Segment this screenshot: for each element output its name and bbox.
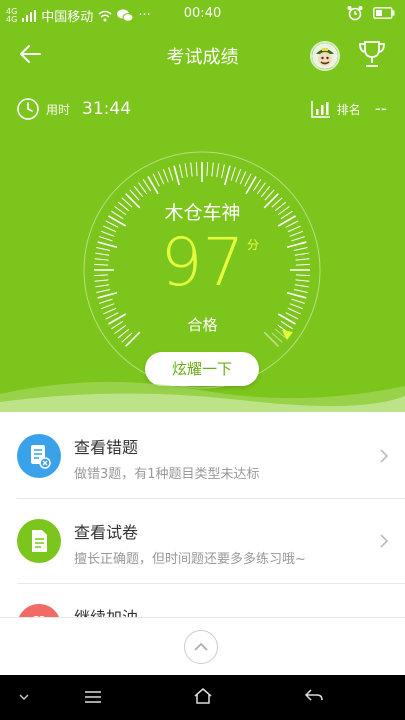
gauge-tick <box>162 168 169 183</box>
menu-item-subtitle: 做错3题，有1种题目类型未达标 <box>74 467 260 482</box>
menu-item-exam-paper[interactable]: 查看试卷 擅长正确题，但时间题还要多多练习哦~ <box>0 499 405 583</box>
app-header: 考试成绩 <box>0 28 405 84</box>
chevron-up-icon <box>194 642 208 651</box>
menu-item-keep-going[interactable]: 继续加油 <box>0 584 405 618</box>
gauge-tick <box>235 168 242 183</box>
gauge-tick <box>147 176 159 195</box>
ranking-label: 排名 <box>336 102 361 117</box>
score-unit: 分 <box>247 238 260 252</box>
gauge-tick <box>211 162 214 177</box>
chevron-right-icon <box>380 449 389 463</box>
gauge-tick <box>256 182 266 195</box>
menu-item-title: 查看试卷 <box>74 523 139 542</box>
gauge-tick <box>221 164 225 179</box>
exam-paper-icon <box>17 519 61 563</box>
menu-item-title: 继续加油 <box>74 608 139 618</box>
alarm-icon <box>347 6 363 21</box>
page-title: 考试成绩 <box>166 47 239 68</box>
gauge-tick <box>138 182 148 195</box>
time-used-value: 31:44 <box>82 99 132 119</box>
gauge-tick <box>289 303 304 310</box>
chevron-down-icon[interactable] <box>18 692 30 702</box>
system-nav-bar <box>0 675 405 720</box>
gauge-tick <box>291 298 305 304</box>
menu-item-wrong-questions[interactable]: 查看错题 做错3题，有1种题目类型未达标 <box>0 414 405 498</box>
gauge-tick <box>239 171 247 185</box>
gauge-tick <box>173 165 180 186</box>
time-used: 用时 31:44 <box>16 95 131 123</box>
nickname: 木仓车神 <box>164 202 241 224</box>
avatar[interactable] <box>310 41 340 71</box>
wave-decoration <box>0 381 405 412</box>
gauge-tick <box>244 173 252 187</box>
gauge-tick <box>245 176 257 195</box>
battery-icon <box>373 7 395 19</box>
menu-icon[interactable] <box>84 689 102 705</box>
menu-item-title: 查看错题 <box>74 438 139 457</box>
gauge-tick <box>230 167 236 181</box>
gauge-tick <box>157 171 165 185</box>
gauge-tick <box>216 163 220 178</box>
gauge-tick <box>168 167 174 181</box>
gauge-tick <box>252 179 262 192</box>
gauge-tick <box>142 179 152 192</box>
ranking-chart-icon <box>310 101 330 118</box>
gauge-tick <box>224 165 231 186</box>
gauge-tick <box>179 164 183 179</box>
ranking-value: -- <box>374 99 387 119</box>
gauge-tick <box>99 298 113 304</box>
home-icon[interactable] <box>193 686 213 706</box>
trophy-icon[interactable] <box>358 39 386 69</box>
status-time: 00:40 <box>183 6 222 21</box>
scroll-up-button[interactable] <box>184 630 218 664</box>
gauge-tick <box>152 173 160 187</box>
status-bar: 4G 4G 中国移动 ··· 00:40 <box>0 0 405 28</box>
gauge-tick <box>206 162 209 177</box>
gauge-tick <box>100 303 115 310</box>
bottom-panel <box>0 617 405 676</box>
menu-item-subtitle: 擅长正确题，但时间题还要多多练习哦~ <box>74 552 306 567</box>
wrong-questions-icon <box>17 434 61 478</box>
gauge-tick <box>184 163 188 178</box>
result-header-panel: 4G 4G 中国移动 ··· 00:40 考试成绩 用时 31:44 排名 --… <box>0 0 405 412</box>
back-icon[interactable] <box>304 688 324 704</box>
status-right <box>347 5 395 21</box>
chevron-right-icon <box>380 534 389 548</box>
gauge-tick <box>195 162 198 177</box>
score-value: 97 <box>160 224 245 301</box>
avatar-character-icon <box>312 43 338 69</box>
time-used-label: 用时 <box>46 102 71 117</box>
gauge-tick <box>190 162 193 177</box>
gift-icon <box>17 604 61 618</box>
ranking[interactable]: 排名 -- <box>310 95 387 123</box>
clock-icon <box>17 98 39 120</box>
pass-status: 合格 <box>187 316 218 334</box>
